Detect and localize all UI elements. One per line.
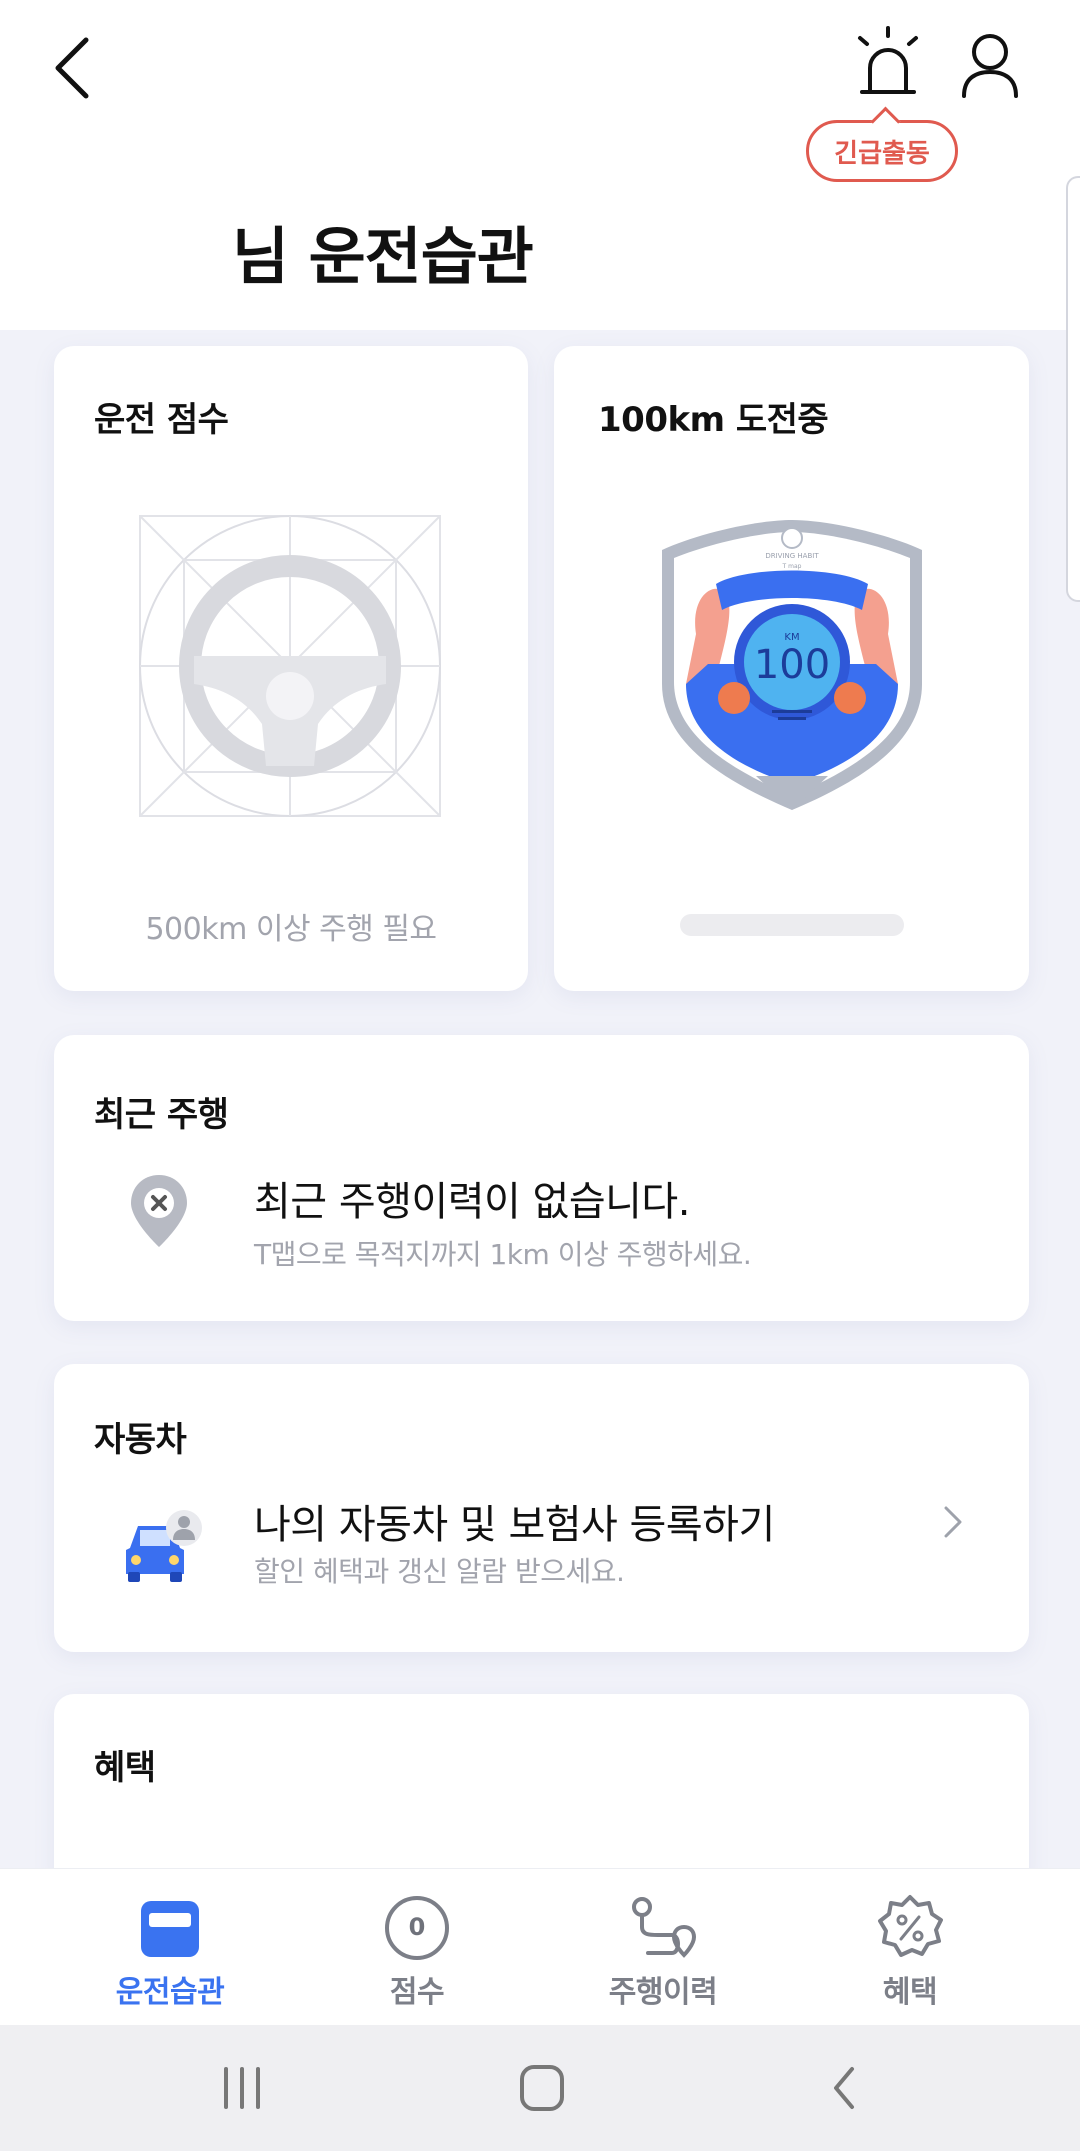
home-icon	[520, 2065, 564, 2111]
driving-habit-icon	[141, 1901, 199, 1957]
back-button[interactable]	[40, 28, 110, 108]
emergency-alarm-button[interactable]	[840, 22, 936, 102]
side-panel-handle[interactable]	[1066, 176, 1080, 602]
driving-score-card[interactable]: 운전 점수 500km 이상 주행 필요	[54, 346, 528, 991]
score-card-title: 운전 점수	[94, 400, 229, 440]
challenge-card[interactable]: 100km 도전중 DRIVING HABIT T map KM 100	[554, 346, 1029, 991]
tab-drive-history[interactable]: 주행이력	[528, 1869, 798, 2026]
discount-icon	[878, 1895, 943, 1957]
tab-score-label: 점수	[389, 1975, 445, 2010]
tab-driving-habit[interactable]: 운전습관	[35, 1869, 305, 2026]
top-bar: 긴급출동 님 운전습관	[0, 0, 1080, 330]
profile-button[interactable]	[950, 30, 1030, 106]
score-requirement-text: 500km 이상 주행 필요	[145, 912, 437, 947]
recents-button[interactable]	[212, 2063, 272, 2113]
bottom-navigation: 운전습관 0 점수 주행이력 혜택	[0, 1868, 1080, 2025]
route-icon	[632, 1897, 697, 1958]
badge-number: 100	[754, 642, 830, 688]
register-car-subtext: 할인 혜택과 갱신 알람 받으세요.	[254, 1555, 625, 1588]
emergency-dispatch-tooltip[interactable]: 긴급출동	[806, 120, 958, 182]
tab-benefits-label: 혜택	[882, 1975, 938, 2010]
badge-caption: DRIVING HABIT	[765, 552, 819, 560]
no-location-pin-icon	[131, 1175, 187, 1247]
100km-badge-icon: DRIVING HABIT T map KM 100	[662, 520, 922, 810]
no-recent-drive-message: 최근 주행이력이 없습니다.	[254, 1179, 690, 1225]
tab-score[interactable]: 0 점수	[282, 1869, 552, 2026]
benefits-card[interactable]: 혜택	[54, 1694, 1029, 1894]
tab-drive-history-label: 주행이력	[608, 1975, 718, 2010]
recent-driving-title: 최근 주행	[94, 1095, 229, 1135]
home-button[interactable]	[512, 2063, 572, 2113]
badge-brand: T map	[782, 563, 802, 570]
user-icon	[962, 34, 1018, 98]
recent-drive-hint: T맵으로 목적지까지 1km 이상 주행하세요.	[254, 1238, 752, 1271]
system-back-button[interactable]	[816, 2063, 876, 2113]
benefits-card-title: 혜택	[94, 1748, 156, 1788]
page-title: 님 운전습관	[232, 220, 534, 293]
score-count: 0	[408, 1913, 426, 1941]
chevron-right-icon[interactable]	[938, 1502, 968, 1542]
challenge-card-title: 100km 도전중	[598, 400, 829, 440]
back-icon	[834, 2067, 854, 2109]
car-card-title: 자동차	[94, 1420, 187, 1460]
register-car-link[interactable]: 나의 자동차 및 보험사 등록하기	[254, 1492, 775, 1550]
tab-benefits[interactable]: 혜택	[775, 1869, 1045, 2026]
car-user-icon	[126, 1510, 202, 1582]
siren-icon	[858, 26, 918, 94]
system-navigation-bar	[0, 2025, 1080, 2151]
tab-driving-habit-label: 운전습관	[115, 1975, 225, 2010]
emergency-label: 긴급출동	[834, 138, 930, 169]
recents-icon	[224, 2067, 260, 2109]
steering-wheel-placeholder-icon	[139, 515, 441, 817]
car-card[interactable]: 자동차 나의 자동차 및 보험사 등록하기 할인 혜택과 갱신 알람 받으세요.	[54, 1364, 1029, 1652]
back-arrow-icon	[55, 37, 89, 99]
challenge-progress-bar	[680, 914, 904, 936]
recent-driving-card[interactable]: 최근 주행 최근 주행이력이 없습니다. T맵으로 목적지까지 1km 이상 주…	[54, 1035, 1029, 1321]
